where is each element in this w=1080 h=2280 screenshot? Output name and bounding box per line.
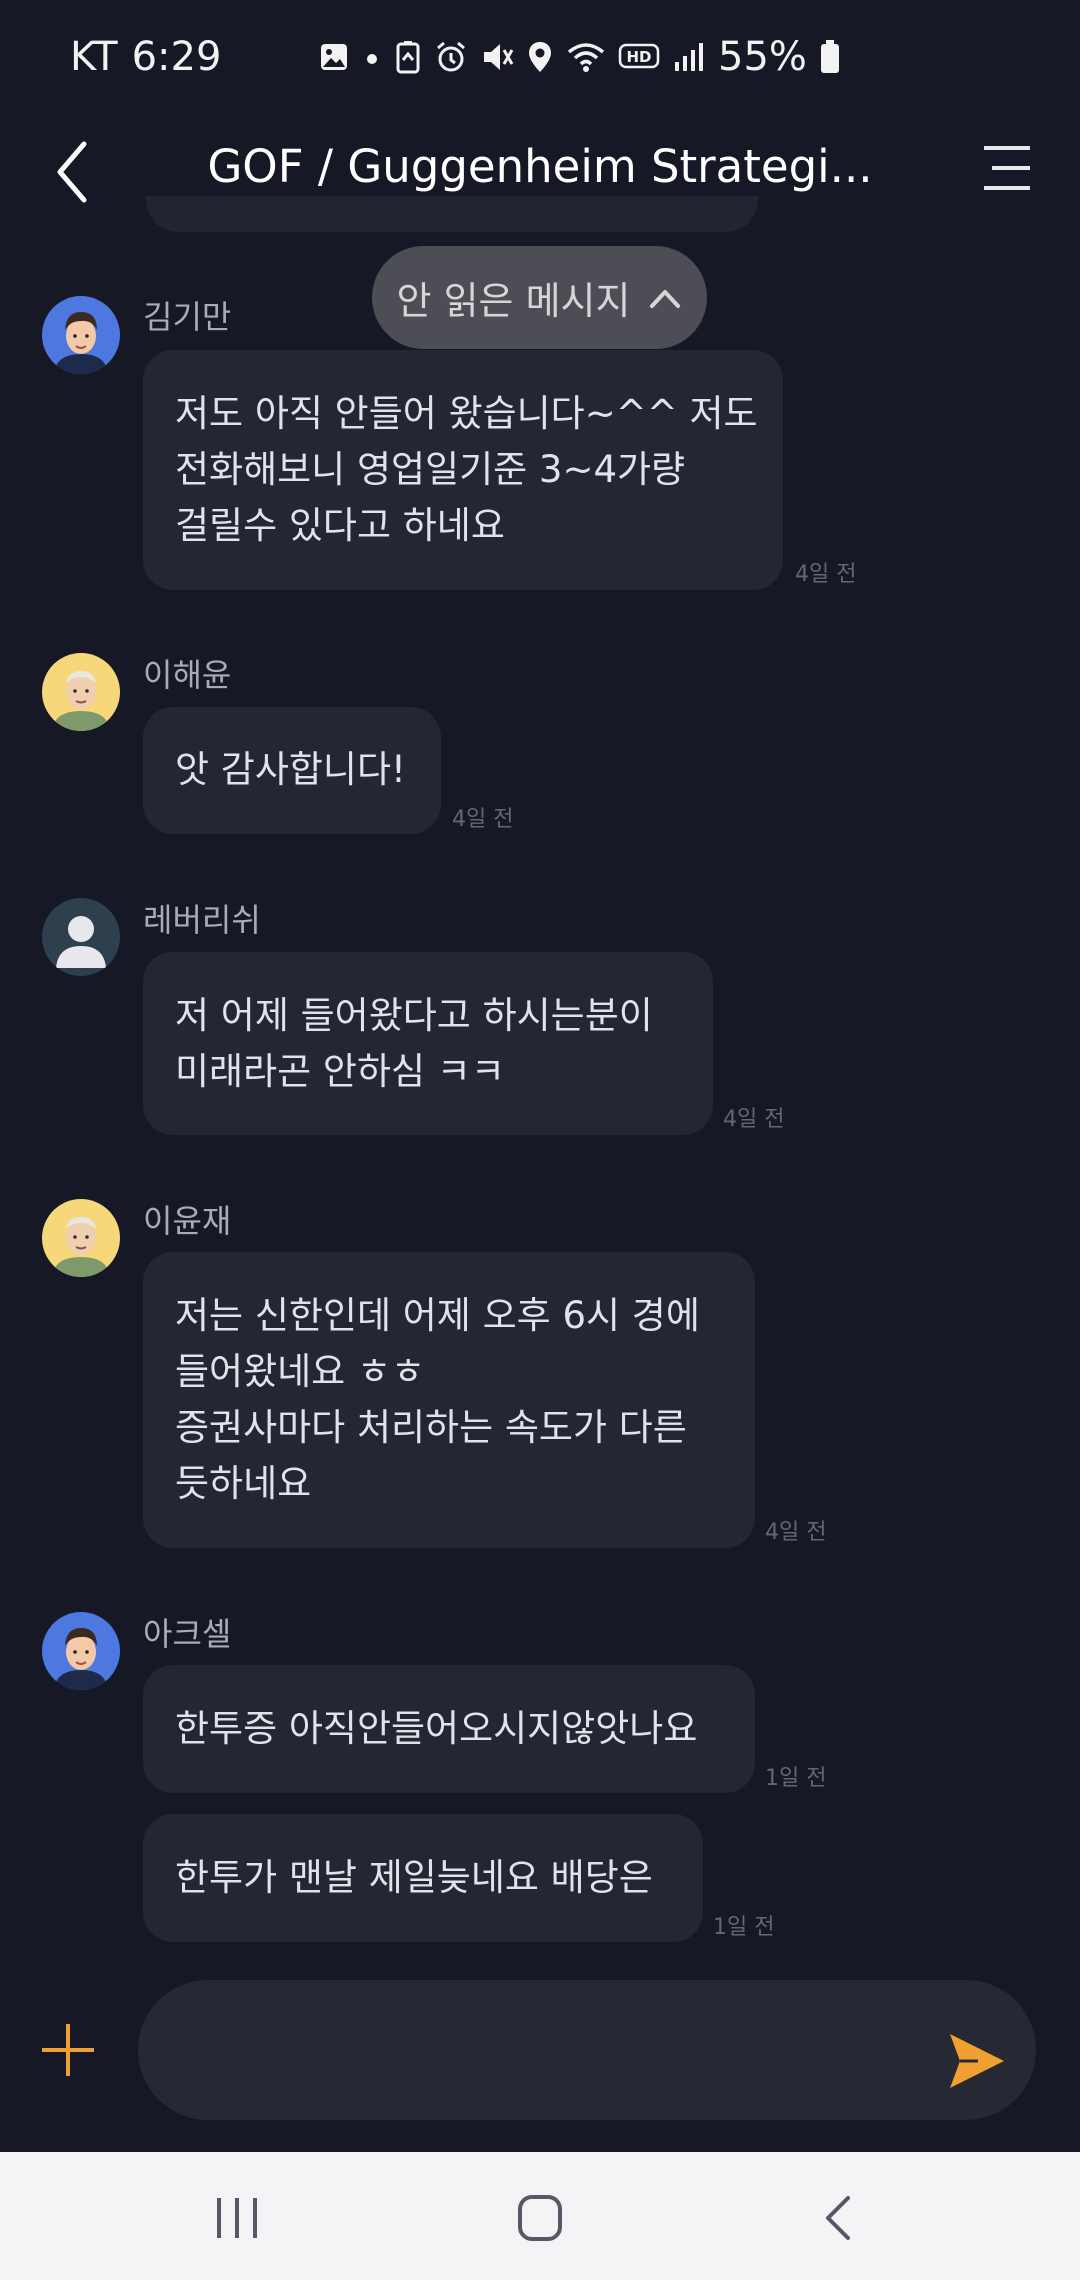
back-icon[interactable] <box>810 2190 870 2246</box>
battery-saver-icon <box>396 41 420 74</box>
unread-messages-button[interactable]: 안 읽은 메시지 <box>372 246 707 349</box>
message-bubble[interactable]: 한투증 아직안들어오시지않앗나요 <box>143 1665 755 1793</box>
message-bubble[interactable]: 저도 아직 안들어 왔습니다~^^ 저도 전화해보니 영업일기준 3~4가량 걸… <box>143 350 783 590</box>
status-left: KT 6:29 <box>70 34 221 80</box>
gallery-icon <box>321 44 347 70</box>
hd-icon: HD <box>618 43 660 69</box>
sender-name: 아크셀 <box>143 1615 232 1653</box>
message-bubble[interactable]: 저 어제 들어왔다고 하시는분이 미래라곤 안하심 ㅋㅋ <box>143 952 713 1135</box>
message-bubble[interactable]: 앗 감사합니다! <box>143 707 441 834</box>
chat-title: GOF / Guggenheim Strategi... <box>207 140 873 193</box>
carrier-label: KT <box>70 34 118 80</box>
message-line: 걸릴수 있다고 하네요 <box>175 504 505 547</box>
message-time: 1일 전 <box>713 1915 775 1940</box>
message-line: 한투가 맨날 제일늦네요 배당은 <box>175 1856 653 1899</box>
battery-icon <box>820 40 839 73</box>
plus-icon[interactable] <box>38 2020 98 2080</box>
message-input[interactable] <box>138 1980 1036 2120</box>
system-navigation-bar <box>0 2152 1080 2280</box>
menu-icon[interactable] <box>978 138 1034 198</box>
avatar[interactable] <box>42 898 120 976</box>
message-bubble[interactable]: 한투가 맨날 제일늦네요 배당은 <box>143 1814 703 1942</box>
previous-message-bubble <box>146 196 758 232</box>
avatar[interactable] <box>42 1612 120 1690</box>
location-icon <box>529 42 551 72</box>
clock: 6:29 <box>131 34 222 80</box>
avatar[interactable] <box>42 296 120 374</box>
message-time: 1일 전 <box>765 1766 827 1791</box>
message-line: 한투증 아직안들어오시지않앗나요 <box>175 1707 698 1750</box>
status-right: HD 55% <box>318 34 841 80</box>
message-line: 앗 감사합니다! <box>175 748 406 791</box>
message-line: 증권사마다 처리하는 속도가 다른 <box>175 1406 687 1449</box>
message-line: 듯하네요 <box>175 1462 312 1505</box>
unread-messages-label: 안 읽은 메시지 <box>396 279 631 323</box>
signal-icon <box>675 43 703 71</box>
send-icon[interactable] <box>944 2030 1008 2092</box>
message-bubble[interactable]: 저는 신한인데 어제 오후 6시 경에 들어왔네요 ㅎㅎ 증권사마다 처리하는 … <box>143 1252 755 1548</box>
battery-percent: 55% <box>718 34 807 80</box>
message-time: 4일 전 <box>795 562 857 587</box>
home-icon[interactable] <box>510 2190 570 2246</box>
back-arrow-icon[interactable] <box>50 132 130 212</box>
sender-name: 이윤재 <box>143 1202 232 1240</box>
message-line: 저 어제 들어왔다고 하시는분이 <box>175 994 653 1037</box>
message-time: 4일 전 <box>723 1107 785 1132</box>
message-line: 저도 아직 안들어 왔습니다~^^ 저도 <box>175 392 758 435</box>
message-line: 들어왔네요 ㅎㅎ <box>175 1350 426 1393</box>
status-bar: KT 6:29 HD 55% <box>0 0 1080 120</box>
message-line: 전화해보니 영업일기준 3~4가량 <box>175 448 686 491</box>
message-time: 4일 전 <box>765 1520 827 1545</box>
recent-apps-icon[interactable] <box>207 2190 267 2246</box>
wifi-icon <box>567 43 605 72</box>
avatar[interactable] <box>42 1199 120 1277</box>
sender-name: 김기만 <box>143 298 232 336</box>
svg-text:HD: HD <box>626 48 651 66</box>
chevron-up-icon <box>650 289 681 308</box>
sender-name: 레버리쉬 <box>143 901 261 939</box>
mute-icon <box>484 44 514 70</box>
message-line: 저는 신한인데 어제 오후 6시 경에 <box>175 1294 700 1337</box>
avatar[interactable] <box>42 653 120 731</box>
sender-name: 이해윤 <box>143 656 232 694</box>
message-line: 미래라곤 안하심 ㅋㅋ <box>175 1050 505 1093</box>
alarm-icon <box>437 41 465 72</box>
message-time: 4일 전 <box>452 807 514 832</box>
dot-icon <box>367 54 377 64</box>
